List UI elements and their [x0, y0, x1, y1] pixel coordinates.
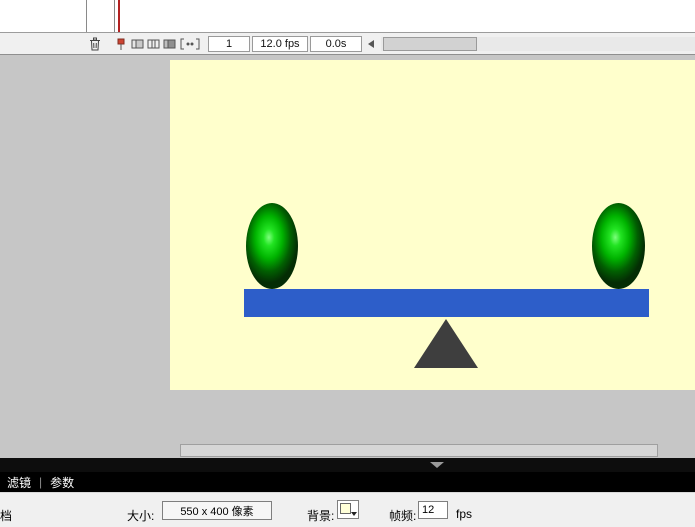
workspace-hscrollbar-thumb[interactable]	[180, 444, 658, 457]
green-ball-right[interactable]	[592, 203, 645, 289]
stage-size-button[interactable]: 550 x 400 像素	[162, 501, 272, 520]
frame-rate-field[interactable]: 12.0 fps	[252, 36, 308, 52]
property-panel-tab-bar: 滤镜 | 参数	[0, 472, 695, 492]
timeline-hscrollbar-thumb[interactable]	[383, 37, 477, 51]
scroll-left-icon[interactable]	[368, 40, 374, 48]
onion-skin-icon[interactable]	[130, 37, 144, 51]
flash-authoring-window: 1 12.0 fps 0.0s 滤镜 | 参数 文档 大小: 550 x 400…	[0, 0, 695, 527]
onion-skin-outlines-icon[interactable]	[146, 37, 160, 51]
timeline-frames-area[interactable]	[0, 0, 695, 33]
playhead-line[interactable]	[118, 0, 120, 32]
collapse-arrow-icon[interactable]	[430, 462, 444, 468]
green-ball-left[interactable]	[246, 203, 298, 289]
document-properties-bar: 文档 大小: 550 x 400 像素 背景: 帧频: fps	[0, 492, 695, 527]
stage-canvas[interactable]	[170, 60, 695, 390]
timeline-status-bar: 1 12.0 fps 0.0s	[0, 33, 695, 55]
seesaw-plank[interactable]	[244, 289, 649, 317]
background-label: 背景:	[307, 507, 334, 524]
edit-multiple-frames-icon[interactable]	[162, 37, 176, 51]
framerate-label: 帧频:	[389, 507, 416, 524]
background-color-swatch	[340, 503, 351, 514]
background-color-picker[interactable]	[337, 500, 359, 519]
document-label: 文档	[0, 507, 12, 524]
center-frame-icon[interactable]	[116, 37, 126, 51]
elapsed-time-field: 0.0s	[310, 36, 362, 52]
timeline-hscrollbar[interactable]	[381, 37, 695, 51]
panel-collapse-bar[interactable]	[0, 458, 695, 472]
tab-parameters[interactable]: 参数	[50, 474, 74, 491]
workspace-hscrollbar[interactable]	[0, 444, 695, 457]
stage-workspace	[0, 55, 695, 458]
current-frame-field: 1	[208, 36, 250, 52]
trash-icon[interactable]	[88, 37, 101, 51]
tab-divider: |	[39, 475, 42, 489]
layer-panel-divider	[86, 0, 87, 32]
seesaw-fulcrum-triangle[interactable]	[414, 319, 478, 368]
chevron-down-icon	[351, 512, 357, 516]
size-label: 大小:	[127, 507, 154, 524]
fps-unit-label: fps	[456, 507, 472, 521]
frame-column-divider	[114, 0, 115, 32]
framerate-input[interactable]	[418, 501, 448, 519]
modify-onion-markers-icon[interactable]	[179, 37, 201, 51]
tab-filters[interactable]: 滤镜	[7, 474, 31, 491]
